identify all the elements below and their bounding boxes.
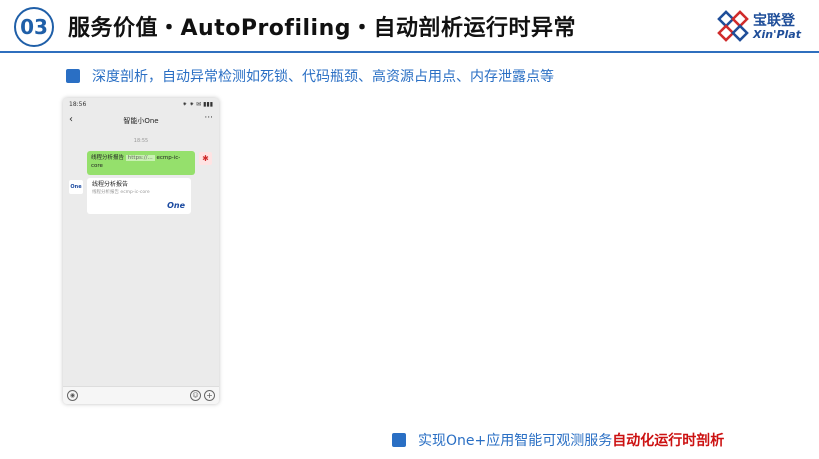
brand-name-cn: 宝联登: [753, 13, 795, 29]
chat-title: 智能小One: [123, 117, 159, 125]
card-subtitle: 线程分析报告 ecmp-ic-core: [92, 190, 150, 195]
header: 03 服务价值・AutoProfiling・自动剖析运行时异常 宝联登 Xin'…: [0, 0, 819, 53]
voice-icon[interactable]: ◉: [67, 390, 78, 401]
status-icons: ⁕ ⁕ ✉ ▮▮▮: [182, 101, 213, 108]
section-number: 03: [14, 7, 54, 47]
page-title: 服务价值・AutoProfiling・自动剖析运行时异常: [68, 16, 577, 41]
bullet-deep-profiling: 深度剖析，自动异常检测如死锁、代码瓶颈、高资源占用点、内存泄露点等: [66, 66, 554, 86]
phone-screenshot: 18:56 ⁕ ⁕ ✉ ▮▮▮ ‹ 智能小One ··· 18:55 线程分析报…: [63, 98, 219, 404]
bullet-conclusion: 实现One+应用智能可观测服务 自动化运行时剖析: [392, 430, 724, 450]
message-text: 线程分析报告: [91, 155, 125, 161]
plus-icon[interactable]: +: [204, 390, 215, 401]
user-avatar: ✱: [199, 152, 212, 165]
brand-logo: 宝联登 Xin'Plat: [717, 6, 807, 46]
chat-input-bar: ◉ ☺ +: [63, 386, 219, 404]
status-time: 18:56: [69, 101, 87, 108]
outgoing-message[interactable]: 线程分析报告 https://... ecmp-ic-core: [87, 151, 195, 175]
header-divider: [0, 51, 819, 53]
bullet-square-icon: [392, 433, 406, 447]
chat-navbar: ‹ 智能小One ···: [63, 112, 219, 130]
brand-mark-icon: [717, 10, 749, 42]
bullet-text: 深度剖析，自动异常检测如死锁、代码瓶颈、高资源占用点、内存泄露点等: [92, 69, 554, 85]
bot-avatar: One: [69, 180, 83, 194]
message-link[interactable]: https://...: [125, 155, 155, 161]
report-card[interactable]: 线程分析报告 线程分析报告 ecmp-ic-core One: [87, 178, 191, 214]
bullet-highlight: 自动化运行时剖析: [612, 433, 725, 449]
brand-name-en: Xin'Plat: [753, 28, 801, 41]
chat-timestamp: 18:55: [133, 138, 149, 144]
bullet-text: 实现One+应用智能可观测服务: [418, 433, 613, 449]
card-logo: One: [167, 201, 185, 210]
status-bar: 18:56 ⁕ ⁕ ✉ ▮▮▮: [63, 98, 219, 110]
card-title: 线程分析报告: [92, 181, 129, 188]
more-dots-icon[interactable]: ···: [204, 113, 213, 123]
emoji-icon[interactable]: ☺: [190, 390, 201, 401]
bullet-square-icon: [66, 69, 80, 83]
